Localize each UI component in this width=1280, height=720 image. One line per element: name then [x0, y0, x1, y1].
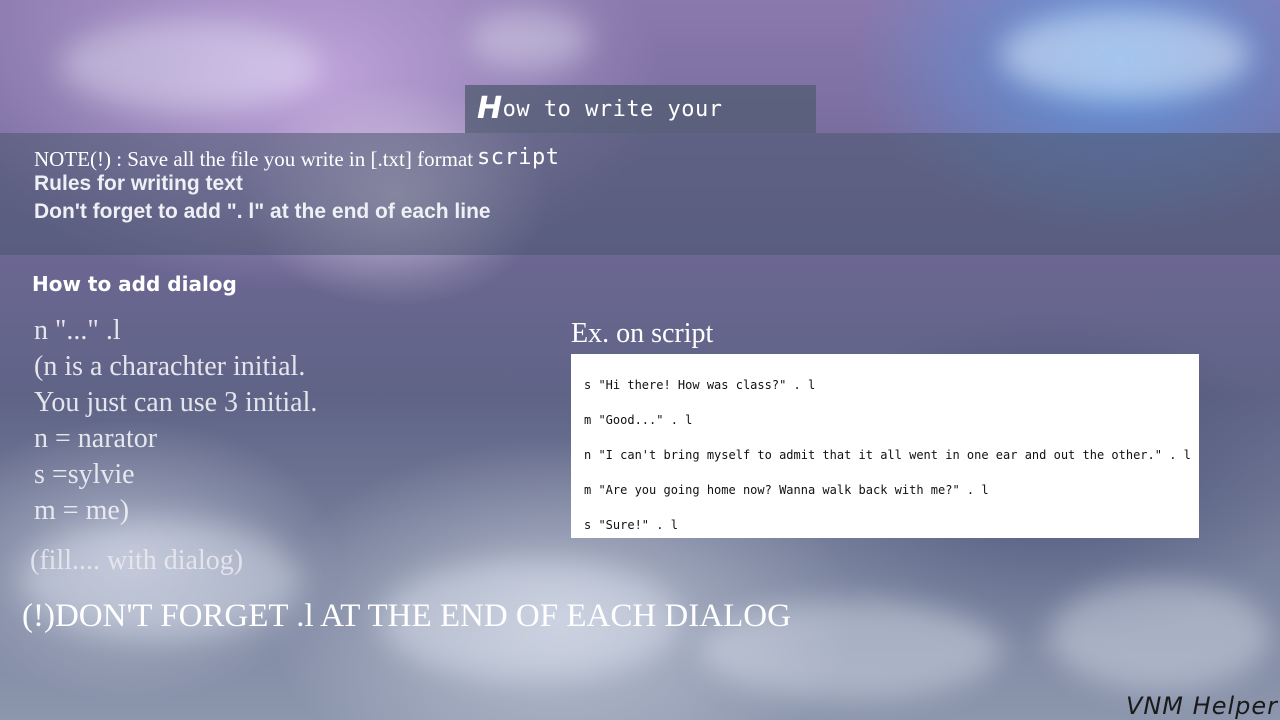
dialog-instruction-line: You just can use 3 initial.: [34, 387, 318, 418]
background-cloud: [60, 20, 320, 110]
dialog-instruction-line: n = narator: [34, 423, 158, 454]
dialog-instruction-line: n "..." .l: [34, 315, 121, 346]
script-line: m "Are you going home now? Wanna walk ba…: [584, 483, 989, 497]
dialog-instruction-line: m = me): [34, 495, 130, 526]
background-cloud: [470, 10, 590, 70]
script-line: m "Good..." . l: [584, 413, 693, 427]
page-title: How to write your script: [465, 85, 816, 170]
dialog-instructions: n "..." .l (n is a charachter initial. Y…: [34, 313, 317, 529]
background-cloud: [1000, 10, 1250, 100]
fill-hint: (fill.... with dialog): [30, 545, 244, 576]
script-line: n "I can't bring myself to admit that it…: [584, 448, 1191, 462]
title-initial: H: [477, 91, 503, 126]
dialog-instruction-line: (n is a charachter initial.: [34, 351, 306, 382]
dialog-section-heading: How to add dialog: [32, 272, 237, 296]
brand-logo: VNM Helper: [1125, 692, 1278, 720]
background-cloud: [1050, 580, 1270, 690]
example-script-box: s "Hi there! How was class?" . l m "Good…: [571, 354, 1199, 538]
script-line: s "Sure!" . l: [584, 518, 678, 532]
save-format-note: NOTE(!) : Save all the file you write in…: [34, 147, 474, 171]
example-title: Ex. on script: [571, 318, 714, 349]
rules-heading: Rules for writing text: [34, 172, 243, 195]
script-line: s "Hi there! How was class?" . l: [584, 378, 816, 392]
warning-text: (!)DON'T FORGET .l AT THE END OF EACH DI…: [22, 598, 791, 634]
line-ending-rule: Don't forget to add ". l" at the end of …: [34, 200, 491, 223]
dialog-instruction-line: s =sylvie: [34, 459, 135, 490]
